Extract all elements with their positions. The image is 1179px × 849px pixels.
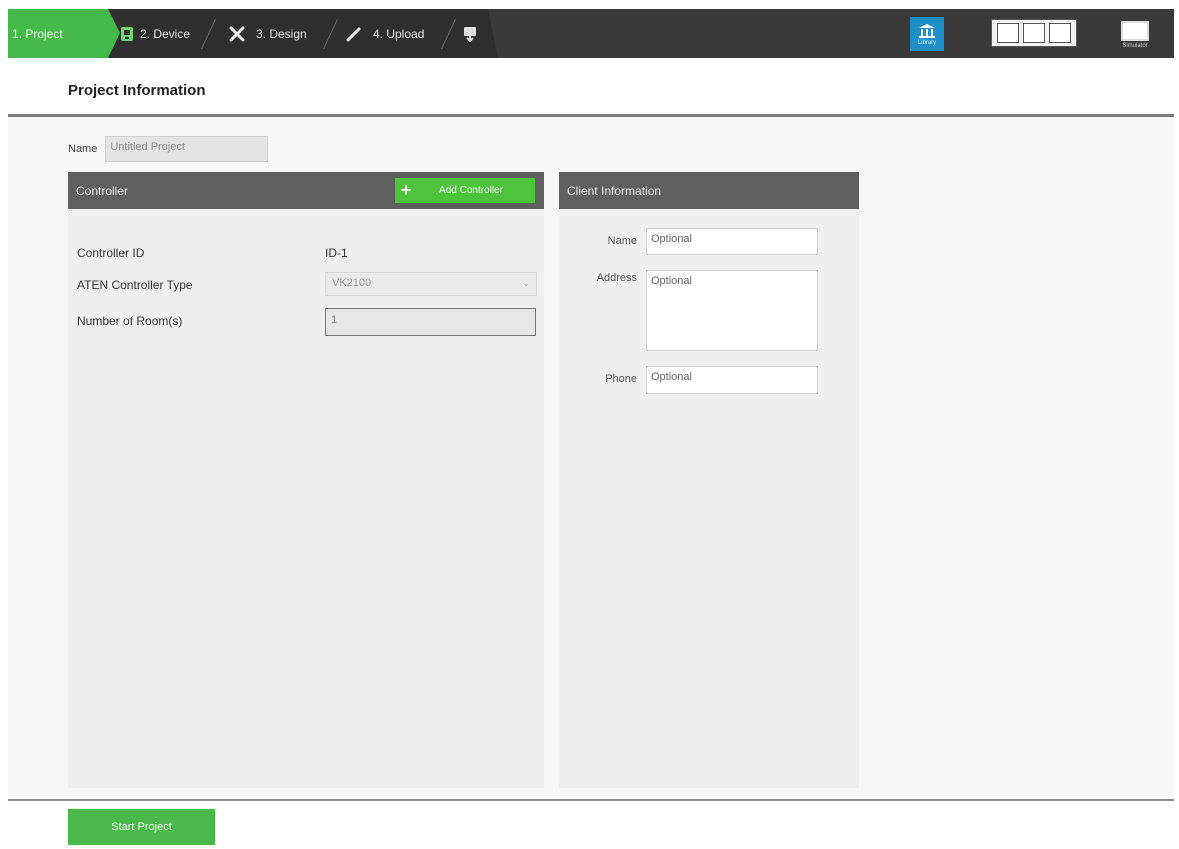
plus-icon: + <box>400 180 412 200</box>
step-project[interactable]: 1. Project <box>8 9 120 58</box>
layout-selector <box>991 19 1077 47</box>
step-project-label: 1. Project <box>12 26 63 41</box>
project-name-input[interactable]: Untitled Project <box>105 136 269 162</box>
device-icon <box>120 26 134 42</box>
client-phone-input[interactable]: Optional <box>646 366 818 394</box>
layout-left-icon[interactable] <box>997 23 1019 43</box>
client-info-header: Client Information <box>559 172 859 209</box>
controller-header-label: Controller <box>76 183 129 198</box>
library-icon <box>918 23 936 39</box>
project-name-row: Name Untitled Project <box>68 136 269 162</box>
library-label: Library <box>917 39 937 46</box>
layout-right-icon[interactable] <box>1049 23 1071 43</box>
client-info-panel: Client Information Name Optional Address… <box>559 172 859 788</box>
page-title: Project Information <box>68 82 206 99</box>
start-project-button[interactable]: Start Project <box>68 809 215 845</box>
step-upload[interactable]: 4. Upload <box>345 9 424 58</box>
client-name-input[interactable]: Optional <box>646 228 818 255</box>
room-count-input[interactable]: 1 <box>325 308 536 336</box>
layout-bottom-icon[interactable] <box>1023 23 1045 43</box>
step-design[interactable]: 3. Design <box>228 9 307 58</box>
controller-panel: Controller + Add Controller Controller I… <box>68 172 544 788</box>
client-address-label: Address <box>596 272 637 284</box>
controller-type-value: VK2100 <box>332 277 372 289</box>
simulator-icon <box>1121 21 1149 41</box>
controller-id-value: ID-1 <box>325 246 348 260</box>
design-tools-icon <box>228 25 246 43</box>
project-name-label: Name <box>68 143 98 155</box>
client-info-header-label: Client Information <box>567 183 662 198</box>
client-phone-label: Phone <box>605 373 637 385</box>
upload-icon <box>463 26 477 42</box>
room-count-label: Number of Room(s) <box>77 314 183 328</box>
controller-type-select[interactable]: VK2100 ⌄ <box>325 272 537 296</box>
add-controller-label: Add Controller <box>439 185 503 196</box>
step-device-label: 2. Device <box>140 26 191 41</box>
controller-header: Controller + Add Controller <box>68 172 544 209</box>
brush-icon <box>345 25 363 43</box>
client-address-input[interactable]: Optional <box>646 270 818 351</box>
controller-type-label: ATEN Controller Type <box>77 278 193 292</box>
chevron-down-icon: ⌄ <box>522 278 530 288</box>
step-upload-label: 4. Upload <box>373 26 425 41</box>
step-design-label: 3. Design <box>256 26 307 41</box>
footer-divider <box>8 799 1174 801</box>
client-name-label: Name <box>607 235 637 247</box>
library-button[interactable]: Library <box>910 17 944 51</box>
top-toolbar: 1. Project 2. Device 3. Design 4. Upload <box>8 9 1174 58</box>
simulator-button[interactable]: Simulator <box>1112 17 1158 53</box>
step-navigation: 1. Project 2. Device 3. Design 4. Upload <box>8 9 498 58</box>
controller-id-label: Controller ID <box>77 246 145 260</box>
add-controller-button[interactable]: + Add Controller <box>395 178 535 203</box>
upload-device-step[interactable] <box>463 9 477 58</box>
simulator-label: Simulator <box>1122 43 1148 49</box>
step-device[interactable]: 2. Device <box>120 9 190 58</box>
